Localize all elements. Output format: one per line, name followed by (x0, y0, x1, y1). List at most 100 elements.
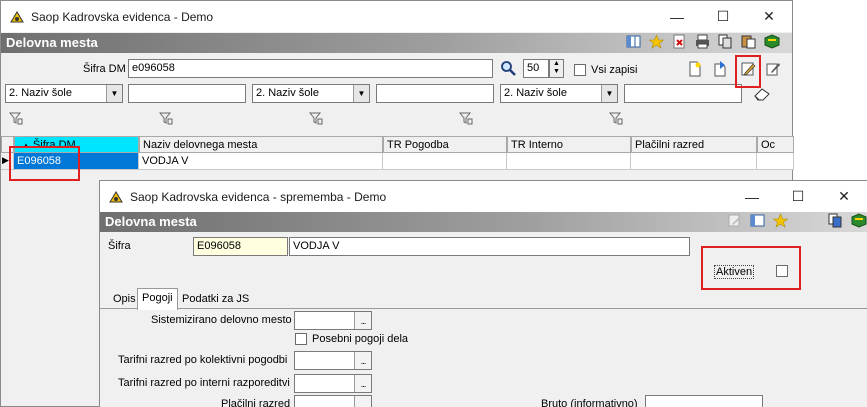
chevron-down-icon: ▼ (106, 85, 122, 102)
record-count-input[interactable]: 50 (523, 59, 549, 78)
filter-combo-3[interactable]: 2. Naziv šole ▼ (500, 84, 618, 103)
filter-funnel-icon[interactable] (309, 111, 323, 125)
row-indicator[interactable]: ▶ (1, 153, 14, 170)
exit-book-icon[interactable] (850, 212, 867, 229)
column-header-tr-interno[interactable]: TR Interno (507, 136, 631, 153)
main-header-title: Delovna mesta (6, 35, 98, 50)
table-row-cell-placilni[interactable] (631, 153, 757, 170)
table-row-cell-naziv[interactable]: VODJA V (139, 153, 383, 170)
record-count-spinner[interactable]: ▲ ▼ (549, 59, 564, 78)
column-header-sifra-dm-label: Šifra DM (32, 139, 76, 151)
main-window-title: Saop Kadrovska evidenca - Demo (31, 9, 214, 24)
filter-combo-2-value: 2. Naziv šole (256, 87, 319, 99)
filter-funnel-icon[interactable] (609, 111, 623, 125)
filter-combo-1-value: 2. Naziv šole (9, 87, 72, 99)
filter-combo-1[interactable]: 2. Naziv šole ▼ (5, 84, 123, 103)
edit-field-icon[interactable] (765, 61, 781, 77)
copy-record-icon[interactable] (712, 61, 728, 77)
maximize-button[interactable]: ☐ (775, 181, 821, 212)
browse-button[interactable]: ... (354, 375, 371, 392)
clear-filter-eraser-icon[interactable] (753, 87, 771, 101)
sifra-dm-label: Šifra DM (83, 63, 126, 75)
bruto-input[interactable] (645, 395, 763, 407)
chevron-down-icon: ▼ (601, 85, 617, 102)
vsi-zapisi-checkbox[interactable] (574, 64, 586, 76)
close-button[interactable]: ✕ (746, 1, 792, 32)
column-header-oc[interactable]: Oc (757, 136, 794, 153)
vsi-zapisi-label: Vsi zapisi (591, 64, 638, 76)
print-icon[interactable] (694, 33, 711, 50)
bruto-label: Bruto (informativno) (541, 398, 638, 407)
filter-funnel-icon[interactable] (459, 111, 473, 125)
sistemizirano-input[interactable]: ... (294, 311, 372, 330)
close-button[interactable]: ✕ (821, 181, 867, 212)
saop-app-icon (10, 10, 24, 22)
sifra-input[interactable]: E096058 (193, 237, 288, 256)
edit-window: Saop Kadrovska evidenca - sprememba - De… (99, 180, 867, 407)
filter-value-2[interactable] (376, 84, 494, 103)
chevron-down-icon: ▼ (353, 85, 369, 102)
edit-disabled-icon (726, 212, 743, 229)
column-header-placilni-razred[interactable]: Plačilni razred (631, 136, 757, 153)
aktiven-checkbox[interactable] (776, 265, 788, 277)
favorites-star-icon[interactable] (648, 33, 665, 50)
delete-icon[interactable] (671, 33, 688, 50)
sifra-label: Šifra (108, 240, 131, 252)
new-record-icon[interactable] (687, 61, 703, 77)
copy-icon[interactable] (717, 33, 734, 50)
column-header-tr-pogodba[interactable]: TR Pogodba (383, 136, 507, 153)
sort-asc-icon: ▲ (22, 141, 30, 150)
posebni-pogoji-label: Posebni pogoji dela (312, 333, 409, 345)
placilni-razred-input[interactable]: ... (294, 395, 372, 407)
column-header-sifra-dm[interactable]: ▲ Šifra DM (14, 136, 139, 153)
search-icon[interactable] (500, 60, 516, 76)
edit-titlebar: Saop Kadrovska evidenca - sprememba - De… (100, 181, 867, 212)
table-row-cell-sifra[interactable]: E096058 (14, 153, 139, 170)
paste-icon[interactable] (740, 33, 757, 50)
main-titlebar: Saop Kadrovska evidenca - Demo — ☐ ✕ (1, 1, 792, 32)
copy-icon[interactable] (827, 212, 844, 229)
filter-combo-2[interactable]: 2. Naziv šole ▼ (252, 84, 370, 103)
posebni-pogoji-checkbox[interactable] (295, 333, 307, 345)
main-toolbar (625, 33, 780, 50)
edit-window-title: Saop Kadrovska evidenca - sprememba - De… (130, 189, 387, 204)
grid-indicator-header (1, 136, 14, 153)
filter-funnel-icon[interactable] (159, 111, 173, 125)
filter-value-3[interactable] (624, 84, 742, 103)
filter-funnel-icon[interactable] (9, 111, 23, 125)
tab-podatki-za-js[interactable]: Podatki za JS (177, 289, 254, 309)
favorites-star-icon[interactable] (772, 212, 789, 229)
edit-record-icon[interactable] (740, 61, 756, 77)
naziv-input[interactable]: VODJA V (289, 237, 690, 256)
table-row-cell-oc[interactable] (757, 153, 794, 170)
table-row-cell-tr-pogodba[interactable] (383, 153, 507, 170)
aktiven-label: Aktiven (714, 265, 755, 279)
data-grid: ▲ Šifra DM Naziv delovnega mesta TR Pogod… (1, 136, 794, 176)
browse-button[interactable]: ... (354, 312, 371, 329)
tarifni-kolektivni-label: Tarifni razred po kolektivni pogodbi (118, 354, 288, 366)
maximize-button[interactable]: ☐ (700, 1, 746, 32)
tarifni-interni-input[interactable]: ... (294, 374, 372, 393)
saop-app-icon (109, 190, 123, 202)
tarifni-interni-label: Tarifni razred po interni razporeditvi (118, 377, 290, 389)
filter-value-1[interactable] (128, 84, 246, 103)
edit-toolbar (726, 212, 867, 229)
tab-opis[interactable]: Opis (108, 289, 141, 309)
filter-combo-3-value: 2. Naziv šole (504, 87, 567, 99)
column-header-naziv[interactable]: Naziv delovnega mesta (139, 136, 383, 153)
current-row-arrow-icon: ▶ (2, 155, 9, 165)
columns-icon[interactable] (625, 33, 642, 50)
table-row-cell-tr-interno[interactable] (507, 153, 631, 170)
exit-book-icon[interactable] (763, 33, 780, 50)
columns-icon[interactable] (749, 212, 766, 229)
minimize-button[interactable]: — (654, 1, 700, 32)
sifra-dm-input[interactable]: e096058 (128, 59, 493, 78)
tarifni-kolektivni-input[interactable]: ... (294, 351, 372, 370)
browse-button[interactable]: ... (354, 396, 371, 407)
minimize-button[interactable]: — (729, 181, 775, 212)
placilni-razred-label: Plačilni razred (221, 398, 291, 407)
edit-header-title: Delovna mesta (105, 214, 197, 229)
tab-pogoji[interactable]: Pogoji (137, 288, 178, 310)
browse-button[interactable]: ... (354, 352, 371, 369)
